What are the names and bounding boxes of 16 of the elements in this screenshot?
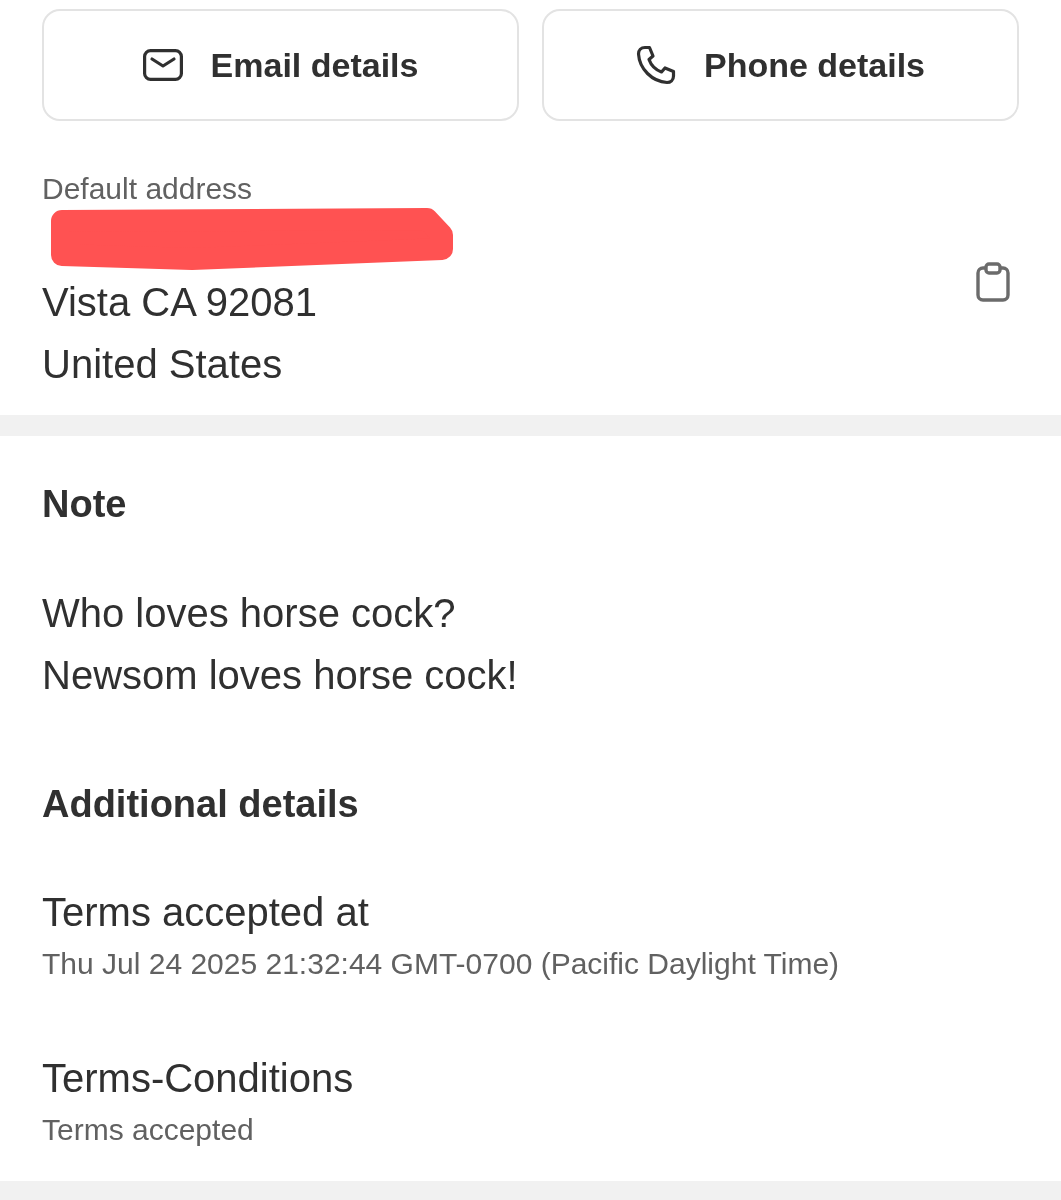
field-value: Thu Jul 24 2025 21:32:44 GMT-0700 (Pacific Daylight Time) xyxy=(42,946,841,982)
phone-details-button[interactable]: Phone details xyxy=(542,9,1019,121)
field-label: Terms-Conditions xyxy=(42,1055,355,1102)
email-details-button[interactable]: Email details xyxy=(42,9,519,121)
note-text: Who loves horse cock? xyxy=(42,590,457,637)
address-line: United States xyxy=(42,341,284,388)
address-line: Vista CA 92081 xyxy=(42,279,319,326)
envelope-icon xyxy=(142,49,183,81)
additional-details-heading: Additional details xyxy=(42,782,360,827)
field-label: Terms accepted at xyxy=(42,889,370,936)
note-text: Newsom loves horse cock! xyxy=(42,652,519,699)
note-heading: Note xyxy=(42,482,128,527)
field-value: Terms accepted xyxy=(42,1112,255,1148)
clipboard-icon[interactable] xyxy=(976,262,1010,302)
phone-icon xyxy=(635,45,676,85)
address-label: Default address xyxy=(42,171,254,207)
